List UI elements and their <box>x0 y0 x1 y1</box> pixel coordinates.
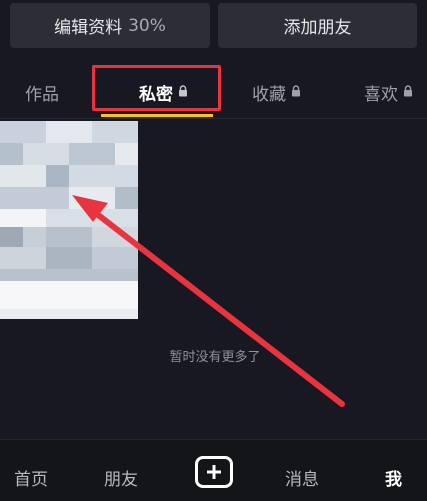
plus-icon <box>207 465 221 479</box>
bottom-navigation: 首页 朋友 消息 我 <box>0 439 427 501</box>
nav-me[interactable]: 我 <box>385 465 402 490</box>
nav-friends[interactable]: 朋友 <box>104 465 138 490</box>
nav-home[interactable]: 首页 <box>14 465 48 490</box>
nav-inbox[interactable]: 消息 <box>285 465 319 490</box>
create-button[interactable] <box>195 456 233 488</box>
annotation-arrow <box>72 195 345 407</box>
